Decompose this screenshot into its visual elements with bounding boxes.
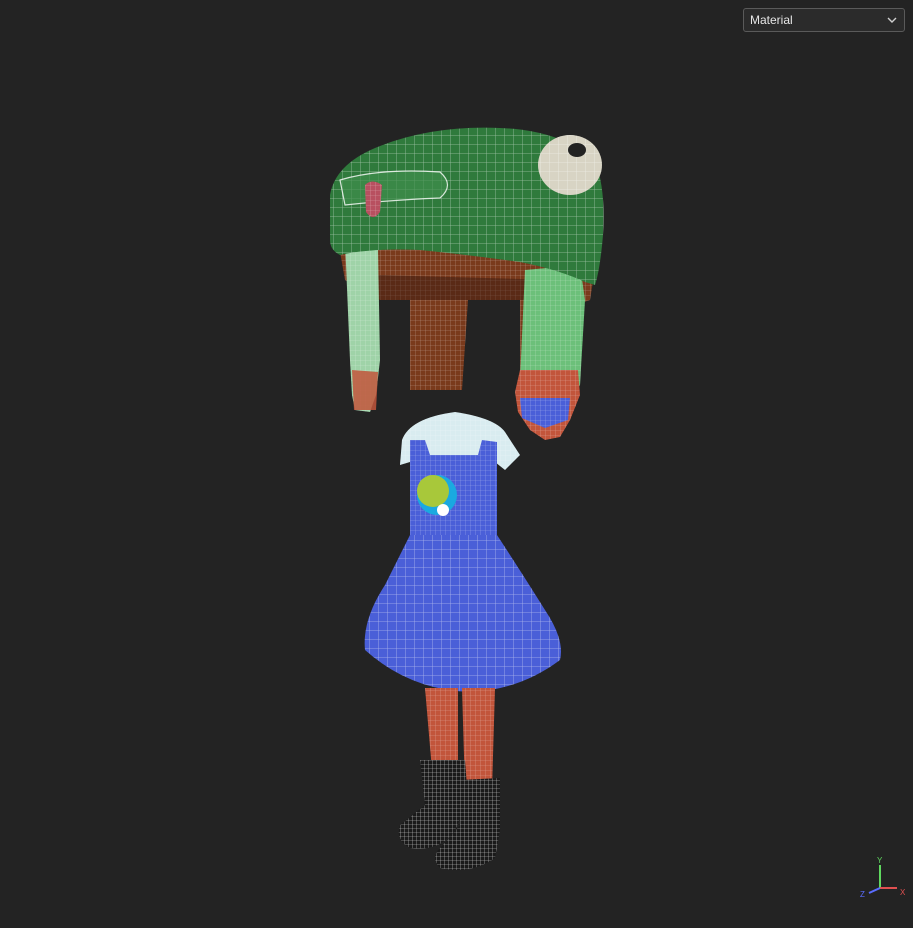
chevron-down-icon <box>887 17 897 23</box>
3d-viewport[interactable]: Material Y X Z <box>0 0 913 923</box>
dress-skirt-mesh <box>364 535 561 692</box>
z-axis-label: Z <box>860 890 865 899</box>
x-axis-label: X <box>900 888 906 897</box>
dress-bodice-mesh <box>410 440 497 540</box>
render-mode-value: Material <box>750 13 793 27</box>
z-axis-line <box>868 887 881 894</box>
y-axis-label: Y <box>877 856 883 865</box>
right-arm-mesh <box>515 265 585 440</box>
left-arm-mesh <box>345 240 380 412</box>
character-model <box>330 127 604 871</box>
frog-eye-mesh <box>538 135 602 195</box>
render-mode-dropdown[interactable]: Material <box>743 8 905 32</box>
axis-gizmo: Y X Z <box>860 856 906 899</box>
